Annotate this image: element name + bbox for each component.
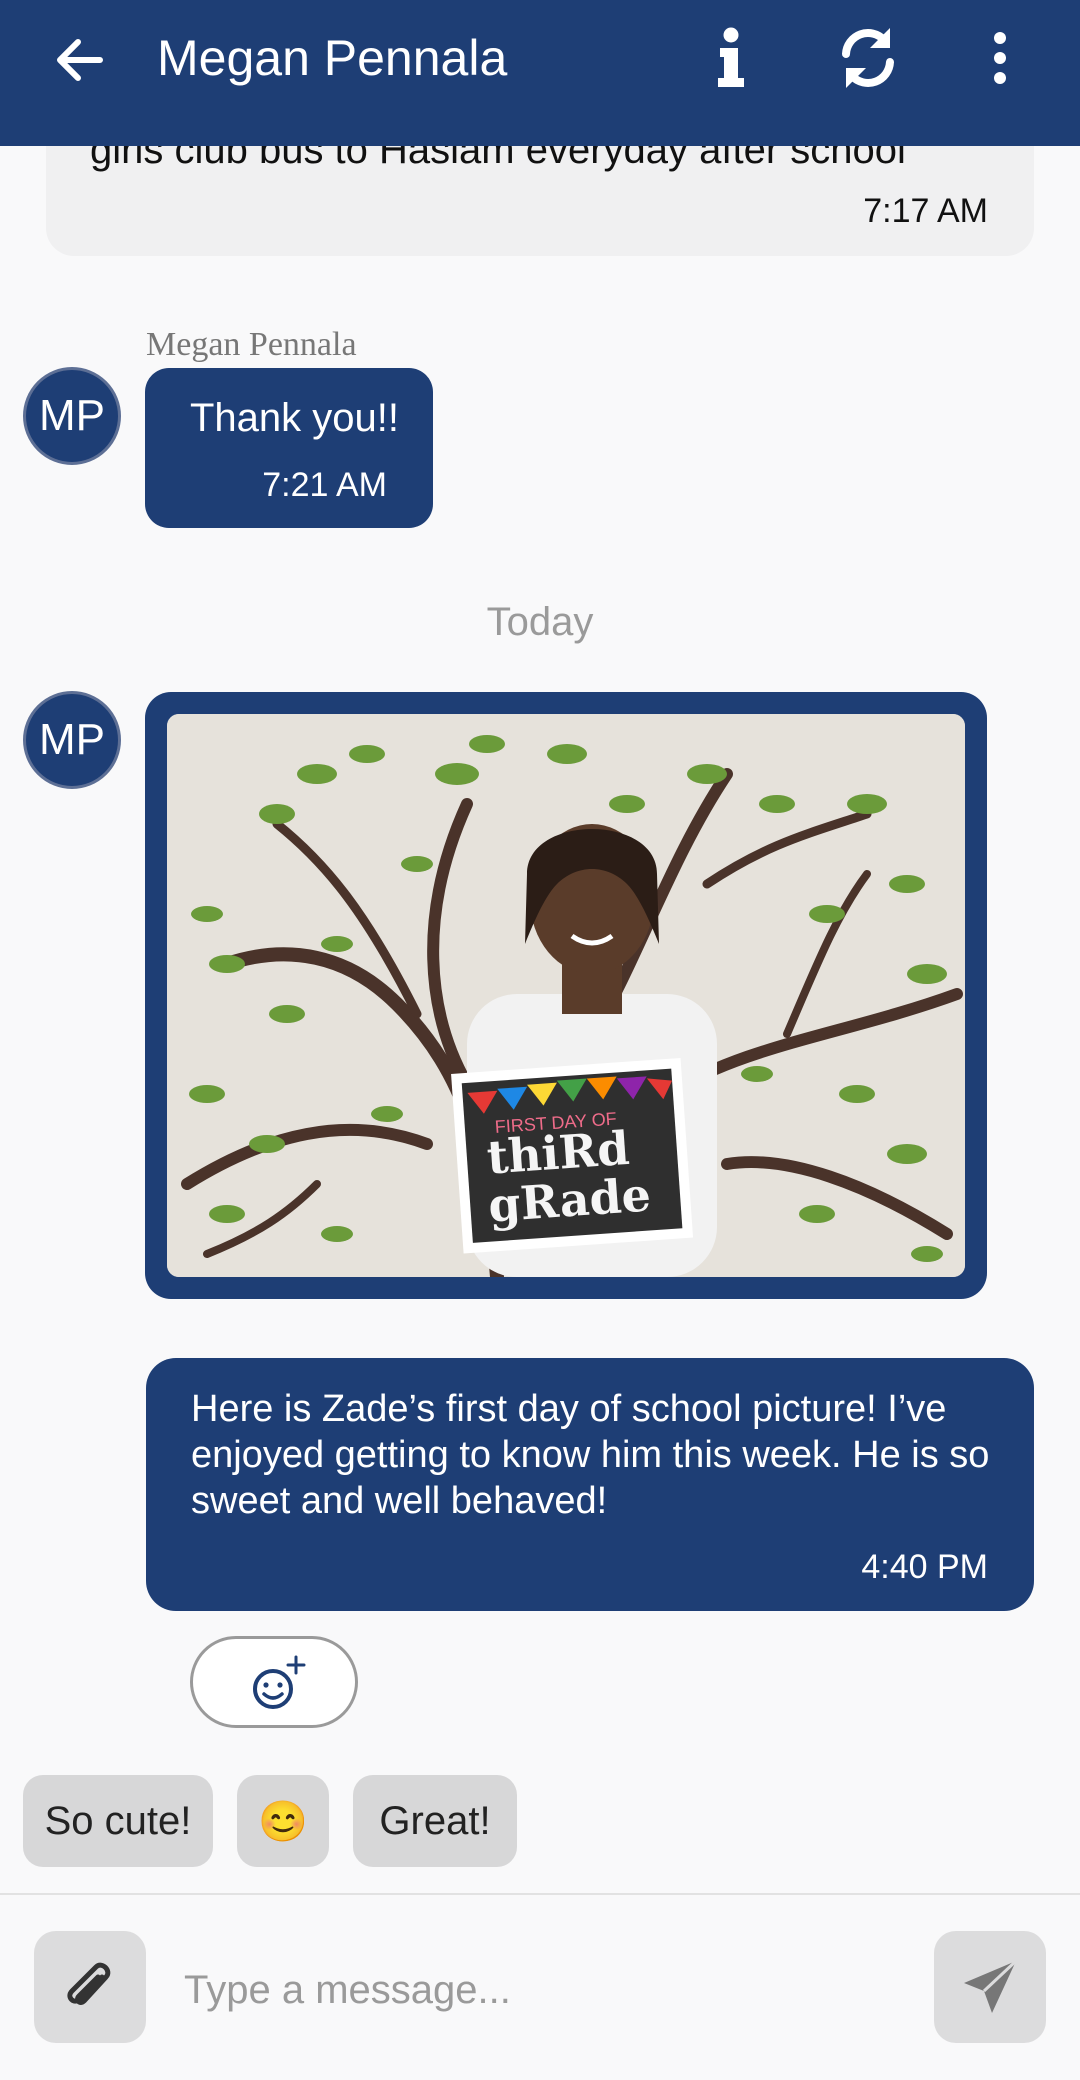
message-input[interactable] — [184, 1955, 904, 2025]
attach-button[interactable] — [34, 1931, 146, 2043]
add-reaction-button[interactable] — [190, 1636, 358, 1728]
date-separator: Today — [486, 600, 594, 644]
avatar[interactable]: MP — [23, 691, 121, 789]
sender-name: Megan Pennala — [146, 326, 357, 363]
paperclip-icon — [67, 1962, 111, 2005]
back-arrow-icon[interactable] — [50, 30, 110, 90]
quick-reply-chip[interactable]: So cute! — [23, 1775, 213, 1867]
add-reaction-icon — [253, 1655, 306, 1709]
message-bubble[interactable]: Thank you!! 7:21 AM — [145, 368, 433, 528]
app-header: Megan Pennala — [0, 0, 1080, 146]
message-time: 4:40 PM — [861, 1548, 988, 1586]
image-message-bubble[interactable]: FIRST DAY OF thiRd gRade — [145, 692, 987, 1299]
message-time: 7:17 AM — [863, 192, 988, 230]
message-text: Thank you!! — [190, 396, 400, 440]
send-icon — [964, 1959, 1018, 2013]
conversation-title: Megan Pennala — [157, 30, 508, 86]
quick-reply-chip[interactable]: 😊 — [237, 1775, 329, 1867]
message-time: 7:21 AM — [262, 466, 387, 504]
more-vertical-icon[interactable] — [985, 28, 1015, 88]
info-icon[interactable] — [710, 26, 752, 90]
quick-reply-chip[interactable]: Great! — [353, 1775, 517, 1867]
avatar[interactable]: MP — [23, 367, 121, 465]
message-bubble-outgoing[interactable]: Here is Zade’s first day of school pictu… — [146, 1358, 1034, 1611]
message-text: Here is Zade’s first day of school pictu… — [191, 1388, 990, 1522]
send-button[interactable] — [934, 1931, 1046, 2043]
sign-line-3: gRade — [486, 1167, 652, 1232]
photo-attachment[interactable]: FIRST DAY OF thiRd gRade — [167, 714, 965, 1277]
message-composer — [0, 1895, 1080, 2080]
sync-icon[interactable] — [832, 22, 904, 94]
